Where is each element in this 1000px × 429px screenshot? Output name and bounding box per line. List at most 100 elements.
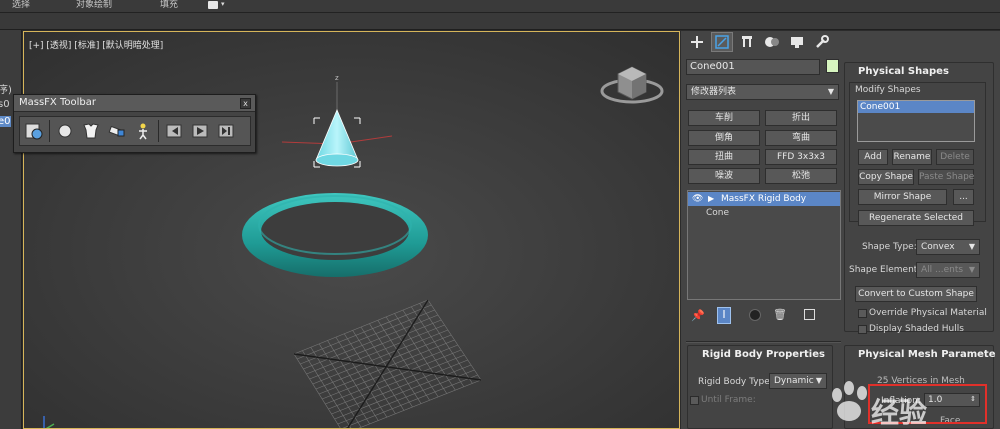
torus-object	[242, 193, 428, 277]
chevron-down-icon: ▼	[827, 87, 834, 96]
toolbar-separator	[158, 120, 159, 142]
modifier-button-extrude[interactable]: 折出	[765, 110, 837, 126]
reset-simulation-icon[interactable]	[163, 120, 185, 142]
command-panel-tabs	[684, 31, 844, 53]
chevron-down-icon: ▼	[968, 242, 975, 251]
physical-mesh-title[interactable]: Physical Mesh Paramete	[858, 349, 995, 360]
constraint-icon[interactable]	[106, 120, 128, 142]
display-tab-icon[interactable]	[786, 32, 808, 52]
massfx-toolbar[interactable]: MassFX Toolbar x	[13, 94, 256, 153]
massfx-toolbar-titlebar[interactable]: MassFX Toolbar x	[14, 95, 255, 112]
menu-select[interactable]: 选择	[12, 0, 30, 11]
modifier-button-ffd[interactable]: FFD 3x3x3	[765, 149, 837, 165]
perspective-viewport[interactable]: [+] [透视] [标准] [默认明暗处理] z	[23, 31, 680, 429]
mcloth-icon[interactable]	[80, 120, 102, 142]
utilities-tab-icon[interactable]	[811, 32, 833, 52]
display-hulls-checkbox[interactable]	[858, 325, 867, 334]
start-simulation-icon[interactable]	[189, 120, 211, 142]
pin-stack-icon[interactable]: 📌	[691, 309, 705, 322]
shape-element-dropdown[interactable]: All ...ents ▼	[916, 262, 980, 278]
modifier-button-twist[interactable]: 扭曲	[688, 149, 760, 165]
stack-item-cone[interactable]: Cone	[688, 206, 840, 220]
until-frame-label: Until Frame:	[701, 395, 756, 405]
stack-item-label: Cone	[706, 208, 730, 218]
add-shape-button[interactable]: Add	[858, 149, 888, 165]
convert-custom-shape-button[interactable]: Convert to Custom Shape	[855, 286, 977, 302]
copy-shape-button[interactable]: Copy Shape	[858, 169, 914, 185]
shapes-list-item[interactable]: Cone001	[858, 101, 974, 113]
menu-object-paint[interactable]: 对象绘制	[76, 0, 112, 11]
watermark: 经验	[823, 375, 928, 429]
shape-type-label: Shape Type:	[862, 242, 917, 252]
chevron-down-icon: ▼	[815, 376, 822, 385]
modifier-list-label: 修改器列表	[691, 87, 737, 97]
show-end-result-icon[interactable]: I	[717, 307, 731, 324]
modifier-button-bevel[interactable]: 倒角	[688, 130, 760, 146]
shape-element-label: Shape Element:	[849, 265, 921, 275]
dropdown-arrow-icon: ▾	[221, 0, 225, 8]
shapes-list[interactable]: Cone001	[857, 100, 975, 142]
toolbar-separator	[49, 120, 50, 142]
physical-shapes-title[interactable]: Physical Shapes	[858, 66, 949, 77]
create-tab-icon[interactable]	[686, 32, 708, 52]
stack-item-label: MassFX Rigid Body	[721, 194, 807, 204]
remove-modifier-icon[interactable]: 🗑	[773, 308, 787, 321]
rigid-body-rollout-title[interactable]: Rigid Body Properties	[702, 349, 825, 360]
rigid-body-icon[interactable]	[54, 120, 76, 142]
massfx-toolbar-title: MassFX Toolbar	[19, 97, 96, 108]
display-hulls-label: Display Shaded Hulls	[869, 324, 964, 334]
modifier-stack[interactable]: 👁 ▶ MassFX Rigid Body Cone	[687, 190, 841, 300]
delete-shape-button[interactable]: Delete	[936, 149, 974, 165]
modify-tab-icon[interactable]	[711, 32, 733, 52]
paste-shape-button[interactable]: Paste Shape	[918, 169, 974, 185]
world-settings-icon[interactable]	[23, 120, 45, 142]
scene-explorer-fragment[interactable]: s0	[0, 99, 10, 110]
rigid-body-type-label: Rigid Body Type:	[698, 377, 773, 387]
scene-explorer-fragment[interactable]: e0	[0, 116, 11, 127]
chevron-down-icon: ▼	[968, 265, 975, 274]
override-material-checkbox[interactable]	[858, 309, 867, 318]
motion-tab-icon[interactable]	[761, 32, 783, 52]
menu-populate[interactable]: 填充	[160, 0, 178, 11]
modify-shapes-label: Modify Shapes	[855, 85, 921, 95]
stack-toolbar: 📌 I 🗑	[689, 307, 839, 325]
make-unique-icon[interactable]	[749, 309, 761, 321]
viewport-scene	[24, 32, 679, 428]
camera-dropdown-icon[interactable]	[208, 1, 218, 9]
mirror-shape-button[interactable]: Mirror Shape	[858, 189, 947, 205]
stack-item-massfx[interactable]: 👁 ▶ MassFX Rigid Body	[688, 192, 840, 206]
configure-modifier-sets-icon[interactable]	[804, 309, 815, 320]
shape-type-value: Convex	[921, 242, 955, 252]
panel-divider	[686, 341, 841, 343]
override-material-label: Override Physical Material	[869, 308, 987, 318]
modifier-button-lathe[interactable]: 车削	[688, 110, 760, 126]
object-name-field[interactable]: Cone001	[686, 59, 820, 75]
ragdoll-icon[interactable]	[132, 120, 154, 142]
step-simulation-icon[interactable]	[215, 120, 237, 142]
shape-element-value: All ...ents	[921, 265, 964, 275]
massfx-tool-row	[19, 116, 251, 146]
menu-bar: 选择 对象绘制 填充 ▾	[0, 0, 1000, 13]
modifier-list-dropdown[interactable]: 修改器列表 ▼	[686, 84, 839, 100]
shape-type-dropdown[interactable]: Convex ▼	[916, 239, 980, 255]
scene-explorer-fragment: 序)	[0, 85, 12, 96]
until-frame-checkbox[interactable]	[690, 396, 699, 405]
object-color-swatch[interactable]	[826, 59, 839, 73]
watermark-text: 经验	[871, 396, 928, 429]
viewport-label[interactable]: [+] [透视] [标准] [默认明暗处理]	[29, 38, 163, 51]
rigid-body-type-dropdown[interactable]: Dynamic ▼	[769, 373, 827, 389]
regenerate-selected-button[interactable]: Regenerate Selected	[858, 210, 974, 226]
hierarchy-tab-icon[interactable]	[736, 32, 758, 52]
rigid-body-type-value: Dynamic	[774, 376, 814, 386]
expand-arrow-icon[interactable]: ▶	[708, 192, 714, 206]
mirror-options-button[interactable]: ...	[953, 189, 974, 205]
modifier-button-relax[interactable]: 松弛	[765, 168, 837, 184]
modifier-button-noise[interactable]: 噪波	[688, 168, 760, 184]
close-icon[interactable]: x	[240, 98, 251, 109]
gizmo-z-label: z	[335, 74, 339, 82]
rename-shape-button[interactable]: Rename	[892, 149, 932, 165]
eye-icon[interactable]: 👁	[692, 192, 703, 206]
modifier-button-bend[interactable]: 弯曲	[765, 130, 837, 146]
ribbon-strip	[0, 13, 1000, 30]
scene-explorer-panel: 序) s0 e0	[0, 30, 22, 429]
